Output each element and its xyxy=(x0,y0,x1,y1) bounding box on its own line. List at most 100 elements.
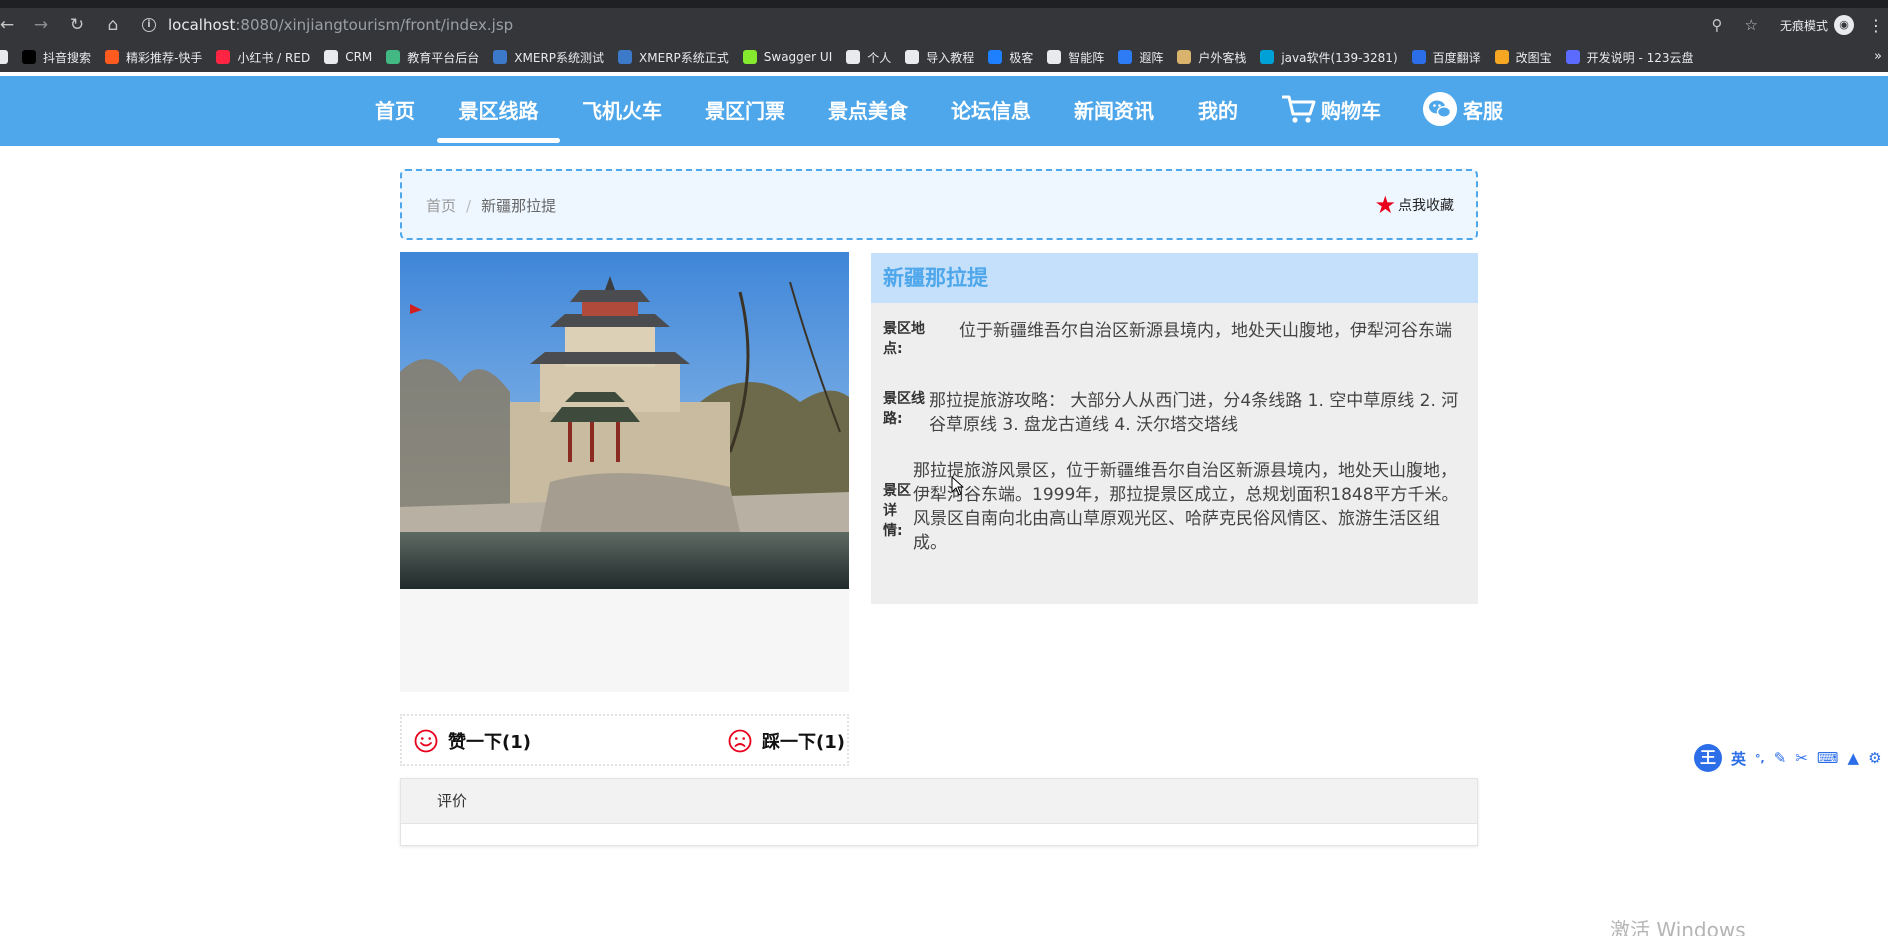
reload-icon[interactable]: ↻ xyxy=(64,12,90,38)
bookmark-item[interactable]: 抖音搜索 xyxy=(22,49,91,66)
scenic-photo xyxy=(400,252,849,589)
zoom-icon[interactable]: ⚲ xyxy=(1712,16,1723,34)
bookmark-item[interactable]: 遐阵 xyxy=(1118,49,1163,66)
breadcrumb-separator: / xyxy=(466,197,472,215)
ime-language-toggle[interactable]: 英 xyxy=(1731,748,1746,769)
ime-skin-icon[interactable]: ▲ xyxy=(1848,749,1860,767)
details-label: 景区详情: xyxy=(883,483,911,539)
xiaohongshu-icon xyxy=(216,50,231,64)
kuaishou-icon xyxy=(105,50,120,64)
bookmark-label: XMERP系统正式 xyxy=(639,50,729,65)
bookmarks-bar: 抖音搜索 精彩推荐-快手 小红书 / RED CRM 教育平台后台 XMERP系统测试 XM… xyxy=(0,42,1888,72)
ime-logo-icon[interactable]: 王 xyxy=(1694,744,1722,772)
vote-bar: 赞一下(1) 踩一下(1) xyxy=(400,714,849,766)
bookmark-item[interactable]: 导入教程 xyxy=(905,49,974,66)
ime-keyboard-icon[interactable]: ⌨ xyxy=(1817,749,1839,767)
nav-food[interactable]: 景点美食 xyxy=(828,76,908,146)
bookmark-item[interactable]: 百度翻译 xyxy=(1411,49,1481,66)
location-row: 景区地点: 位于新疆维吾尔自治区新源县境内，地处天山腹地，伊犁河谷东端 xyxy=(883,319,1479,359)
url-field[interactable]: i localhost:8080/xinjiangtourism/front/i… xyxy=(142,12,513,38)
like-label: 赞一下(1) xyxy=(448,732,531,753)
nav-flights-trains[interactable]: 飞机火车 xyxy=(582,76,662,146)
bookmark-item[interactable]: XMERP系统正式 xyxy=(618,49,729,66)
bookmark-label: 户外客栈 xyxy=(1198,50,1247,65)
details-text: 那拉提旅游风景区，位于新疆维吾尔自治区新源县境内，地处天山腹地，伊犁河谷东端。1… xyxy=(913,461,1459,553)
globe-icon xyxy=(905,50,920,64)
scenic-info-panel: 新疆那拉提 景区地点: 位于新疆维吾尔自治区新源县境内，地处天山腹地，伊犁河谷东… xyxy=(871,253,1478,604)
bilibili-icon xyxy=(1260,50,1275,64)
swagger-icon xyxy=(742,50,757,64)
globe-icon xyxy=(1047,50,1062,64)
bookmark-star-icon[interactable]: ☆ xyxy=(1745,16,1758,34)
frown-icon xyxy=(728,729,752,753)
douyin-icon xyxy=(22,50,36,64)
favorite-label: 点我收藏 xyxy=(1398,198,1454,214)
smile-icon xyxy=(414,729,438,753)
route-label: 景区线路: xyxy=(883,391,925,427)
breadcrumb-bar: 首页 / 新疆那拉提 ★ 点我收藏 xyxy=(400,169,1478,240)
translate-icon xyxy=(1411,50,1426,64)
bookmarks-overflow-icon[interactable]: » xyxy=(1874,49,1882,64)
nav-home[interactable]: 首页 xyxy=(374,76,416,146)
bookmark-label: XMERP系统测试 xyxy=(514,50,605,65)
apps-icon[interactable] xyxy=(0,50,8,64)
ime-punctuation-icon[interactable]: °, xyxy=(1755,752,1765,765)
bookmark-item[interactable]: 开发说明 - 123云盘 xyxy=(1565,49,1694,66)
dislike-button[interactable]: 踩一下(1) xyxy=(728,728,845,754)
bookmark-item[interactable]: 智能阵 xyxy=(1047,49,1104,66)
bookmark-item[interactable]: Swagger UI xyxy=(742,50,832,64)
globe-icon xyxy=(324,50,339,64)
incognito-label[interactable]: 无痕模式 xyxy=(1780,17,1828,34)
bookmark-item[interactable]: 极客 xyxy=(988,49,1033,66)
shopping-cart-icon[interactable] xyxy=(1282,94,1316,124)
ime-pen-icon[interactable]: ✎ xyxy=(1774,749,1787,767)
forward-arrow-icon[interactable]: → xyxy=(28,12,54,38)
nav-mine[interactable]: 我的 xyxy=(1197,76,1239,146)
bookmark-item[interactable]: 教育平台后台 xyxy=(386,49,479,66)
route-row: 景区线路: 那拉提旅游攻略： 大部分人从西门进，分4条线路 1. 空中草原线 2… xyxy=(883,389,1469,437)
nav-scenic-routes[interactable]: 景区线路 xyxy=(437,76,560,146)
dislike-label: 踩一下(1) xyxy=(762,732,845,753)
bookmark-label: 遐阵 xyxy=(1139,50,1164,65)
bookmark-label: 小红书 / RED xyxy=(237,50,311,65)
home-icon[interactable]: ⌂ xyxy=(100,12,126,38)
bookmark-item[interactable]: XMERP系统测试 xyxy=(493,49,604,66)
ime-scissors-icon[interactable]: ✂ xyxy=(1795,749,1808,767)
bookmark-item[interactable]: 改图宝 xyxy=(1494,49,1552,66)
bookmark-item[interactable]: 户外客栈 xyxy=(1177,49,1246,66)
nav-news[interactable]: 新闻资讯 xyxy=(1074,76,1154,146)
review-tab[interactable]: 评价 xyxy=(401,779,1477,824)
erp-icon xyxy=(493,50,508,64)
bookmark-item[interactable]: 个人 xyxy=(846,49,891,66)
back-arrow-icon[interactable]: ← xyxy=(0,12,14,38)
url-path: :8080/xinjiangtourism/front/index.jsp xyxy=(235,16,514,34)
nav-service[interactable]: 客服 xyxy=(1462,76,1504,146)
bookmark-item[interactable]: 精彩推荐-快手 xyxy=(105,49,202,66)
favorite-button[interactable]: ★ 点我收藏 xyxy=(1374,193,1454,217)
photo-panel xyxy=(400,252,849,692)
ime-settings-icon[interactable]: ⚙ xyxy=(1868,749,1881,767)
bookmark-item[interactable]: 小红书 / RED xyxy=(216,49,310,66)
like-button[interactable]: 赞一下(1) xyxy=(414,728,531,754)
bookmark-item[interactable]: java软件(139-3281) xyxy=(1260,49,1398,66)
site-nav: 首页 景区线路 飞机火车 景区门票 景点美食 论坛信息 新闻资讯 我的 购物车 … xyxy=(0,76,1888,146)
bookmark-label: 导入教程 xyxy=(926,50,975,65)
breadcrumb-home[interactable]: 首页 xyxy=(426,197,456,215)
bookmark-label: java软件(139-3281) xyxy=(1281,50,1398,65)
nav-forum[interactable]: 论坛信息 xyxy=(951,76,1031,146)
bookmark-label: 个人 xyxy=(867,50,892,65)
bookmark-label: 开发说明 - 123云盘 xyxy=(1586,50,1694,65)
incognito-icon[interactable]: ◉ xyxy=(1834,15,1854,35)
details-row: 景区详情: 那拉提旅游风景区，位于新疆维吾尔自治区新源县境内，地处天山腹地，伊犁… xyxy=(883,459,1468,555)
shield-icon xyxy=(1118,50,1133,64)
nav-tickets[interactable]: 景区门票 xyxy=(705,76,785,146)
bookmark-item[interactable]: CRM xyxy=(324,50,372,64)
bookmark-label: 百度翻译 xyxy=(1432,50,1481,65)
wechat-service-icon[interactable] xyxy=(1423,92,1457,126)
nav-cart[interactable]: 购物车 xyxy=(1320,76,1382,146)
browser-toolbar: ← → ↻ ⌂ i localhost:8080/xinjiangtourism… xyxy=(0,8,1888,42)
mouse-cursor-icon xyxy=(951,476,963,496)
more-menu-icon[interactable]: ⋮ xyxy=(1868,16,1884,35)
site-info-icon[interactable]: i xyxy=(142,18,156,32)
vue-icon xyxy=(386,50,401,64)
